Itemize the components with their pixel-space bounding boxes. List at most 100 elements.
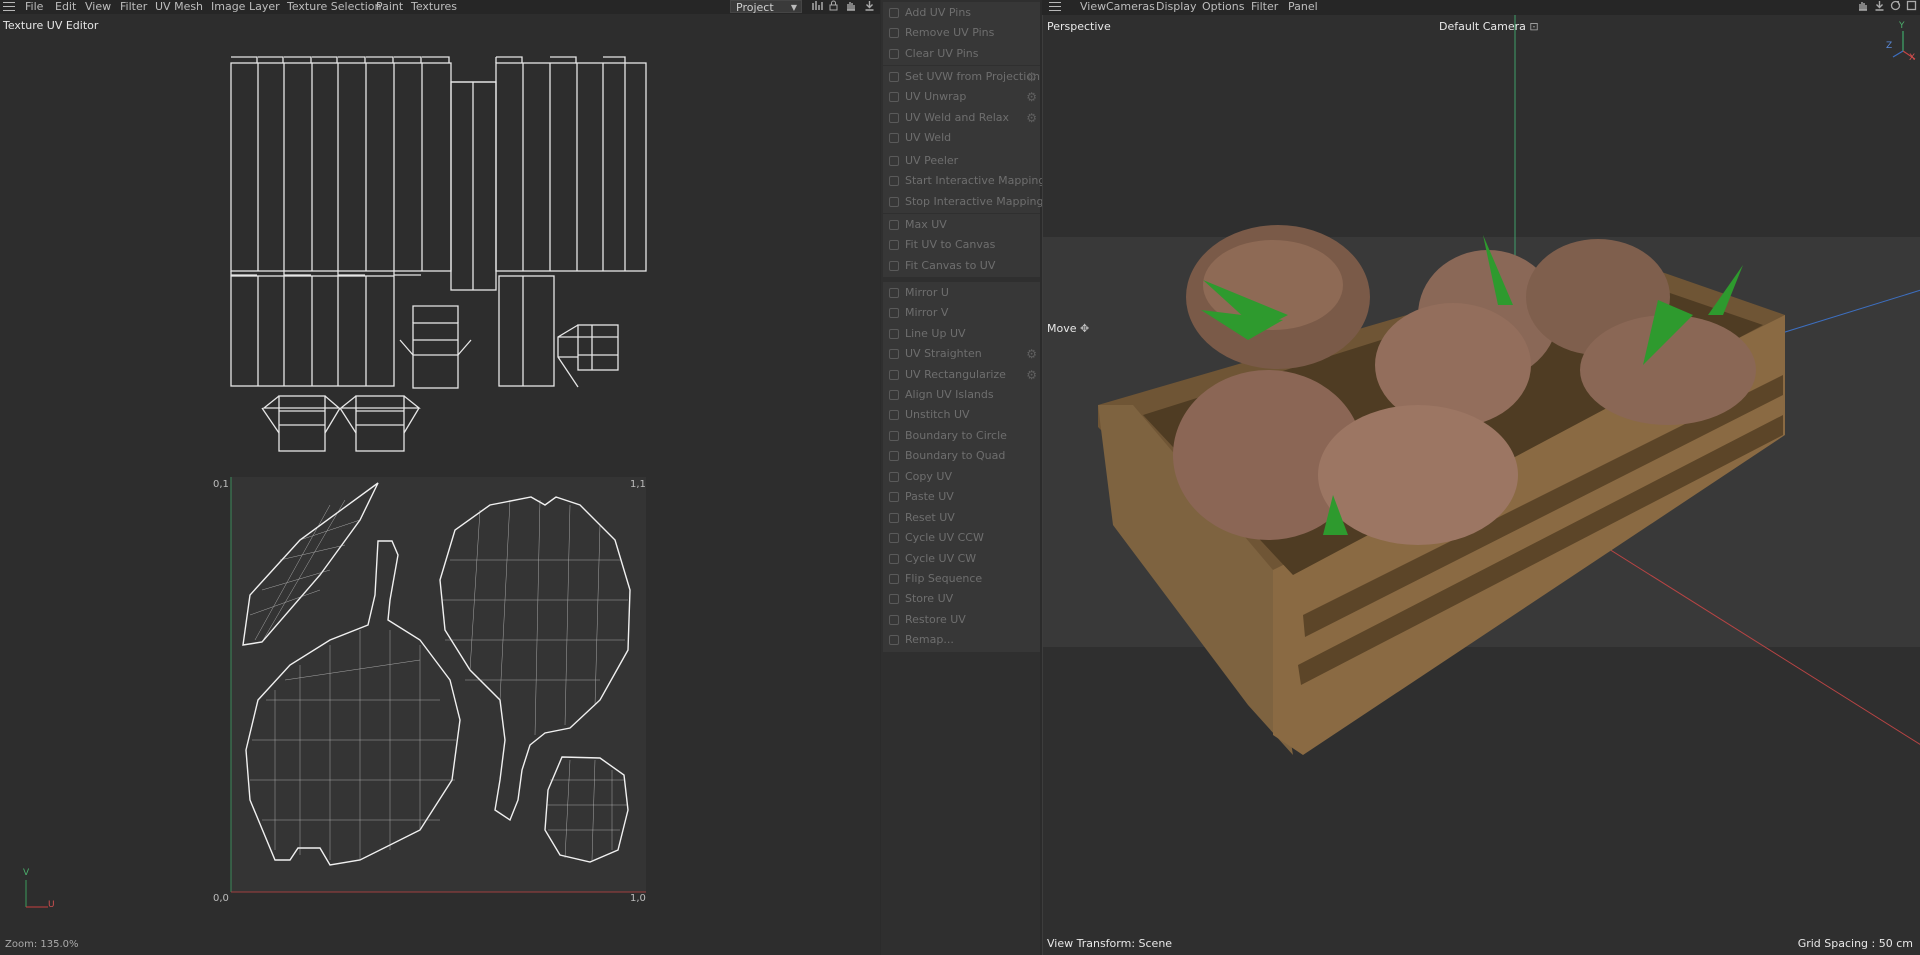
command-mirror-u[interactable]: Mirror U [883, 283, 1040, 303]
unwrap-icon [889, 92, 899, 103]
pin-icon [889, 8, 899, 18]
mirror-icon [889, 288, 899, 298]
rectangularize-icon [889, 369, 899, 380]
viewport-menu-view[interactable]: View [1080, 0, 1106, 14]
command-label: Mirror U [905, 286, 949, 299]
gear-icon[interactable]: ⚙ [1026, 70, 1037, 84]
command-label: Boundary to Quad [905, 449, 1006, 463]
uv-label-bottom-left: 0,0 [213, 893, 229, 904]
command-label: Clear UV Pins [905, 46, 979, 60]
paste-icon [889, 492, 899, 503]
gear-icon[interactable]: ⚙ [1026, 90, 1037, 104]
line-up-icon [889, 328, 899, 339]
hamburger-menu-icon[interactable] [1049, 2, 1061, 12]
command-max-uv[interactable]: Max UV [883, 215, 1040, 235]
command-clear-uv-pins[interactable]: Clear UV Pins [883, 44, 1040, 64]
command-group: Max UV Fit UV to Canvas Fit Canvas to UV [883, 214, 1040, 278]
command-uv-rectangularize[interactable]: UV Rectangularize ⚙ [883, 365, 1040, 385]
straighten-icon [889, 349, 899, 360]
projection-icon [889, 72, 899, 82]
command-label: UV Weld and Relax [905, 110, 1010, 124]
command-restore-uv[interactable]: Restore UV [883, 610, 1040, 630]
command-label: Cycle UV CCW [905, 531, 984, 545]
command-label: UV Peeler [905, 154, 959, 167]
command-cycle-uv-cw[interactable]: Cycle UV CW [883, 549, 1040, 569]
active-tool-label: Move ✥ [1047, 322, 1089, 335]
command-set-uvw-from-projection[interactable]: Set UVW from Projection ⚙ [883, 67, 1040, 87]
hand-icon[interactable] [1855, 0, 1869, 14]
command-flip-sequence[interactable]: Flip Sequence [883, 569, 1040, 589]
command-reset-uv[interactable]: Reset UV [883, 508, 1040, 528]
grid-spacing-status: Grid Spacing : 50 cm [1797, 937, 1913, 950]
relax-icon [889, 112, 899, 123]
command-uv-peeler[interactable]: UV Peeler [883, 151, 1040, 171]
command-line-up-uv[interactable]: Line Up UV [883, 324, 1040, 344]
viewport-menubar: View Cameras Display Options Filter Panel [1042, 0, 1920, 14]
fit-icon [889, 240, 899, 251]
command-remove-uv-pins[interactable]: Remove UV Pins [883, 23, 1040, 43]
command-paste-uv[interactable]: Paste UV [883, 487, 1040, 507]
command-group: Copy UV Paste UV Reset UV Cycle UV CCW Cycle… [883, 466, 1040, 652]
download-icon[interactable] [1872, 0, 1886, 14]
gear-icon[interactable]: ⚙ [1026, 111, 1037, 125]
u-axis-label: U [48, 900, 55, 910]
gear-icon[interactable]: ⚙ [1026, 368, 1037, 382]
command-label: Stop Interactive Mapping [905, 194, 1044, 208]
command-group: UV Peeler Start Interactive Mapping Stop I… [883, 150, 1045, 214]
camera-icon: ⊡ [1529, 20, 1539, 33]
command-boundary-to-circle[interactable]: Boundary to Circle [883, 426, 1040, 446]
command-group: Set UVW from Projection ⚙ UV Unwrap ⚙ UV Wel… [883, 66, 1040, 150]
viewport-label[interactable]: Perspective [1047, 20, 1111, 33]
viewport-menu-options[interactable]: Options [1202, 0, 1244, 14]
peeler-icon [889, 156, 899, 166]
rotate-ccw-icon [889, 533, 899, 544]
align-icon [889, 390, 899, 400]
y-axis-label: Y [1899, 21, 1905, 31]
viewport-menu-panel[interactable]: Panel [1288, 0, 1318, 14]
command-group: Mirror U Mirror V Line Up UV UV Straighten ⚙… [883, 282, 1040, 468]
command-align-uv-islands[interactable]: Align UV Islands [883, 385, 1040, 405]
command-label: Remap... [905, 633, 954, 647]
command-add-uv-pins[interactable]: Add UV Pins [883, 3, 1040, 23]
viewport-menu-cameras[interactable]: Cameras [1106, 0, 1155, 14]
command-cycle-uv-ccw[interactable]: Cycle UV CCW [883, 528, 1040, 548]
command-mirror-v[interactable]: Mirror V [883, 303, 1040, 323]
command-fit-uv-to-canvas[interactable]: Fit UV to Canvas [883, 235, 1040, 255]
command-label: Store UV [905, 592, 954, 606]
camera-name: Default Camera [1439, 20, 1526, 33]
command-uv-weld[interactable]: UV Weld [883, 128, 1040, 148]
circle-icon [889, 430, 899, 441]
command-fit-canvas-to-uv[interactable]: Fit Canvas to UV [883, 256, 1040, 276]
command-uv-unwrap[interactable]: UV Unwrap ⚙ [883, 87, 1040, 107]
command-label: Set UVW from Projection [905, 70, 1040, 83]
command-label: UV Rectangularize [905, 367, 1006, 381]
command-label: Cycle UV CW [905, 551, 977, 565]
viewport-canvas[interactable]: Perspective Default Camera ⊡ Move ✥ Y X … [1042, 15, 1920, 955]
command-start-interactive-mapping[interactable]: Start Interactive Mapping [883, 171, 1045, 191]
gear-icon[interactable]: ⚙ [1026, 347, 1037, 361]
command-label: UV Unwrap [905, 90, 967, 104]
coconut-uv-islands[interactable] [0, 0, 880, 955]
uv-label-top-right: 1,1 [630, 479, 646, 490]
command-label: Start Interactive Mapping [905, 174, 1046, 188]
camera-label[interactable]: Default Camera ⊡ [1439, 20, 1539, 33]
command-copy-uv[interactable]: Copy UV [883, 467, 1040, 487]
command-store-uv[interactable]: Store UV [883, 589, 1040, 609]
command-label: Unstitch UV [905, 408, 970, 422]
x-axis-label: X [1909, 53, 1916, 63]
weld-icon [889, 133, 899, 144]
command-label: Fit Canvas to UV [905, 258, 996, 272]
command-label: Paste UV [905, 490, 954, 504]
viewport-menu-display[interactable]: Display [1156, 0, 1197, 14]
command-uv-weld-and-relax[interactable]: UV Weld and Relax ⚙ [883, 108, 1040, 128]
command-remap[interactable]: Remap... [883, 630, 1040, 650]
command-label: Copy UV [905, 470, 952, 483]
command-unstitch-uv[interactable]: Unstitch UV [883, 405, 1040, 425]
command-uv-straighten[interactable]: UV Straighten ⚙ [883, 344, 1040, 364]
rotate-icon[interactable] [1888, 0, 1902, 14]
command-stop-interactive-mapping[interactable]: Stop Interactive Mapping [883, 192, 1044, 212]
command-boundary-to-quad[interactable]: Boundary to Quad [883, 446, 1040, 466]
maximize-icon[interactable] [1904, 0, 1918, 14]
viewport-menu-filter[interactable]: Filter [1251, 0, 1278, 14]
play-icon [889, 176, 899, 187]
